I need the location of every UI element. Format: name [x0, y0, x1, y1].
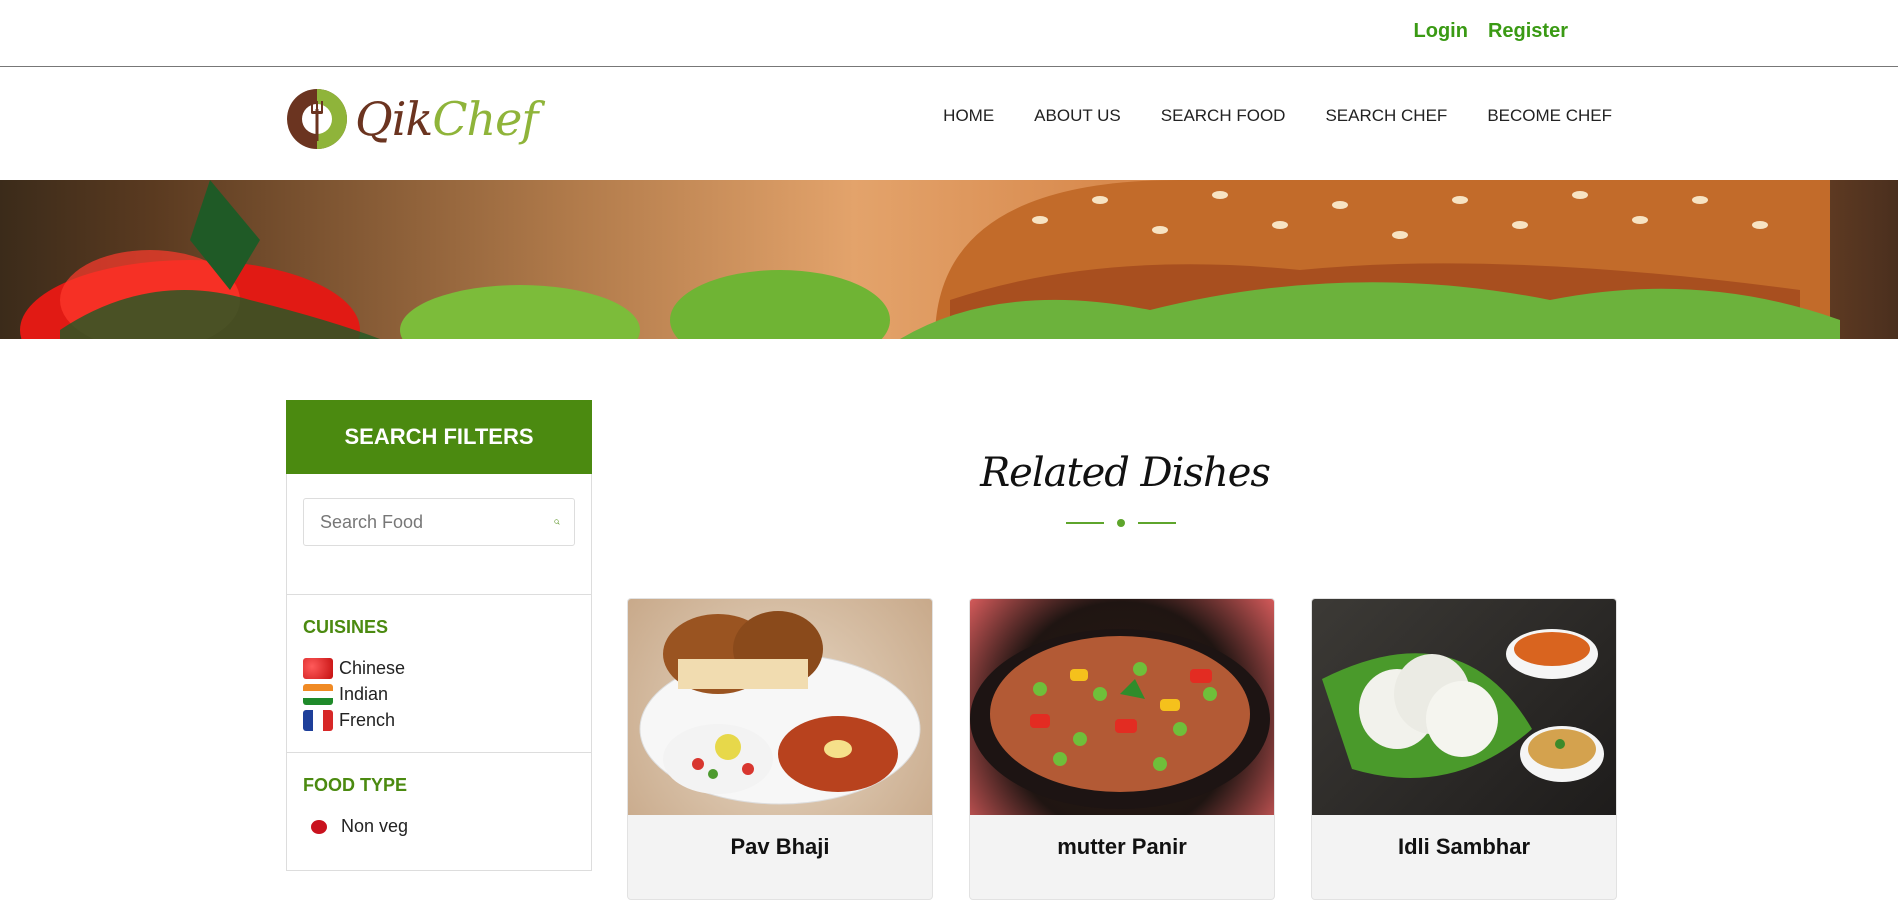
nav-become-chef[interactable]: BECOME CHEF	[1487, 106, 1612, 126]
divider-line-right	[1138, 522, 1176, 524]
dish-title: Idli Sambhar	[1397, 834, 1531, 859]
main-menu: HOME ABOUT US SEARCH FOOD SEARCH CHEF BE…	[943, 106, 1612, 126]
brand-logo[interactable]: QikChef	[285, 87, 538, 151]
india-flag-icon	[303, 684, 333, 705]
divider-line-left	[1066, 522, 1104, 524]
dish-image	[628, 599, 932, 815]
dish-image	[1312, 599, 1616, 815]
login-link[interactable]: Login	[1414, 20, 1468, 43]
dish-title: Pav Bhaji	[730, 834, 830, 859]
nav-search-chef[interactable]: SEARCH CHEF	[1325, 106, 1447, 126]
divider-dot	[1117, 519, 1125, 527]
france-flag-icon	[303, 710, 333, 731]
logo-fork-icon	[287, 89, 347, 149]
cuisine-label: French	[339, 710, 396, 730]
idli-sambhar-image	[1322, 629, 1604, 782]
dish-title: mutter Panir	[1057, 834, 1187, 859]
brand-part2: Chef	[432, 92, 538, 146]
cuisines-title: CUISINES	[303, 617, 389, 637]
search-icon[interactable]	[554, 510, 560, 534]
china-flag-icon	[303, 658, 333, 679]
nav-home[interactable]: HOME	[943, 106, 994, 126]
cuisine-item-chinese[interactable]: Chinese	[303, 658, 575, 679]
pav-bhaji-image	[639, 611, 921, 805]
mutter-panir-image	[970, 629, 1270, 809]
food-search-box	[303, 498, 575, 546]
top-bar: Login Register	[0, 0, 1898, 67]
heading-divider	[1066, 518, 1176, 528]
food-type-label: Non veg	[341, 816, 409, 836]
food-type-item-non-veg[interactable]: Non veg	[303, 816, 575, 837]
brand-name: QikChef	[355, 92, 538, 146]
dish-card-mutter-panir[interactable]: mutter Panir	[969, 598, 1275, 900]
burger-banner-image	[20, 180, 1840, 339]
food-search	[287, 474, 591, 595]
nav-about-us[interactable]: ABOUT US	[1034, 106, 1121, 126]
brand-part1: Qik	[355, 92, 433, 146]
main-navbar: QikChef HOME ABOUT US SEARCH FOOD SEARCH…	[0, 67, 1898, 179]
search-filters-panel: SEARCH FILTERS CUISINES Chinese Indian F…	[286, 400, 592, 871]
search-filters-title: SEARCH FILTERS	[286, 400, 592, 474]
nav-search-food[interactable]: SEARCH FOOD	[1161, 106, 1286, 126]
dish-card-idli-sambhar[interactable]: Idli Sambhar	[1311, 598, 1617, 900]
non-veg-dot-icon	[311, 819, 327, 834]
cuisine-label: Chinese	[339, 658, 406, 678]
dish-image	[970, 599, 1274, 815]
dish-card-pav-bhaji[interactable]: Pav Bhaji	[627, 598, 933, 900]
cuisine-item-french[interactable]: French	[303, 710, 575, 731]
food-search-input[interactable]	[318, 510, 554, 534]
hero-banner	[0, 180, 1898, 339]
cuisines-section: CUISINES Chinese Indian French	[287, 595, 591, 753]
cuisine-item-indian[interactable]: Indian	[303, 684, 575, 705]
auth-links: Login Register	[1414, 20, 1568, 43]
food-type-title: FOOD TYPE	[303, 775, 408, 795]
register-link[interactable]: Register	[1488, 20, 1568, 43]
dish-cards: Pav Bhaji mutter Panir Idli Sambhar	[627, 598, 1617, 900]
cuisine-label: Indian	[339, 684, 389, 704]
related-dishes-heading: Related Dishes	[980, 450, 1271, 496]
food-type-section: FOOD TYPE Non veg	[287, 753, 591, 858]
